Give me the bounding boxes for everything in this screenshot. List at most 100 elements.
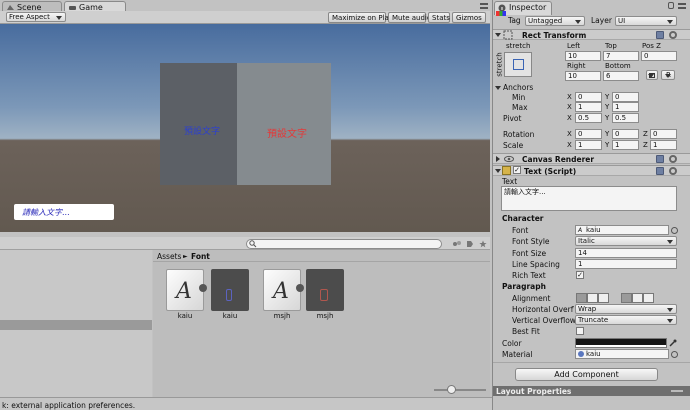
help-book-icon[interactable] xyxy=(656,31,664,39)
posz-field[interactable]: 0 xyxy=(641,51,677,61)
rect-transform-header[interactable]: Rect Transform xyxy=(493,29,690,40)
font-style-dropdown[interactable]: Italic xyxy=(575,236,677,246)
filter-by-label-icon[interactable] xyxy=(466,240,474,248)
rect-transform-icon xyxy=(503,30,513,40)
top-field[interactable]: 7 xyxy=(603,51,639,61)
eye-icon xyxy=(504,155,514,163)
z-label: Z xyxy=(643,130,648,138)
eyedropper-icon[interactable] xyxy=(669,339,677,347)
align-bottom-button[interactable] xyxy=(643,293,654,303)
top-label: Top xyxy=(605,42,617,50)
color-swatch[interactable] xyxy=(575,338,667,348)
left-field[interactable]: 10 xyxy=(565,51,601,61)
text-script-header[interactable]: ✓ Text (Script) xyxy=(493,165,690,176)
font-glyph-icon: A xyxy=(176,279,192,304)
help-book-icon[interactable] xyxy=(656,155,664,163)
material-field[interactable]: kaiu xyxy=(575,349,669,359)
best-fit-checkbox[interactable] xyxy=(576,327,584,335)
align-left-button[interactable] xyxy=(576,293,587,303)
status-bar: k: external application preferences. xyxy=(0,397,493,410)
anchor-min-x-field[interactable]: 0 xyxy=(575,92,602,102)
hierarchy-panel[interactable] xyxy=(0,237,152,397)
anchor-preset-button[interactable] xyxy=(504,52,532,77)
rotation-z-field[interactable]: 0 xyxy=(650,129,677,139)
posz-label: Pos Z xyxy=(642,42,661,50)
object-picker-icon[interactable] xyxy=(671,227,678,234)
gear-icon[interactable] xyxy=(669,155,677,163)
text-input-field[interactable]: 請輸入文字... xyxy=(14,204,114,220)
asset-label: msjh xyxy=(273,312,291,320)
blueprint-mode-button[interactable] xyxy=(646,70,658,80)
gear-icon[interactable] xyxy=(669,31,677,39)
line-spacing-field[interactable]: 1 xyxy=(575,259,677,269)
gear-icon[interactable] xyxy=(669,167,677,175)
canvas-renderer-header[interactable]: Canvas Renderer xyxy=(493,153,690,164)
project-search-input[interactable] xyxy=(246,239,442,249)
zoom-slider-track[interactable] xyxy=(434,389,486,391)
right-field[interactable]: 10 xyxy=(565,71,601,81)
color-label: Color xyxy=(502,339,522,348)
font-size-field[interactable]: 14 xyxy=(575,248,677,258)
pivot-x-field[interactable]: 0.5 xyxy=(575,113,602,123)
horizontal-overflow-dropdown[interactable]: Wrap xyxy=(575,304,677,314)
help-book-icon[interactable] xyxy=(656,167,664,175)
asset-material-kaiu[interactable] xyxy=(211,269,249,311)
text-area[interactable]: 請輸入文字... xyxy=(501,186,677,211)
pivot-y-field[interactable]: 0.5 xyxy=(612,113,639,123)
stats-button[interactable]: Stats xyxy=(428,12,450,23)
panel-menu-icon[interactable] xyxy=(678,3,686,9)
align-right-button[interactable] xyxy=(598,293,609,303)
font-field[interactable]: A kaiu xyxy=(575,225,669,235)
rich-text-checkbox[interactable]: ✓ xyxy=(576,271,584,279)
game-view[interactable]: 預設文字 預設文字 請輸入文字... xyxy=(0,24,490,232)
hierarchy-selection xyxy=(0,320,152,330)
asset-font-msjh[interactable]: A xyxy=(263,269,301,311)
rotation-y-field[interactable]: 0 xyxy=(612,129,639,139)
object-picker-icon[interactable] xyxy=(671,351,678,358)
maximize-on-play-button[interactable]: Maximize on Play xyxy=(328,12,393,23)
horizontal-overflow-label: Horizontal Overflo xyxy=(512,305,574,314)
max-label: Max xyxy=(512,103,528,112)
rotation-x-field[interactable]: 0 xyxy=(575,129,602,139)
zoom-slider-handle[interactable] xyxy=(447,385,456,394)
align-top-button[interactable] xyxy=(621,293,632,303)
add-component-button[interactable]: Add Component xyxy=(515,368,658,381)
layout-properties-bar[interactable]: Layout Properties xyxy=(493,386,690,396)
bottom-field[interactable]: 6 xyxy=(603,71,639,81)
x-label: X xyxy=(567,141,572,149)
filter-by-type-icon[interactable] xyxy=(452,240,462,248)
asset-font-kaiu[interactable]: A xyxy=(166,269,204,311)
anchor-min-y-field[interactable]: 0 xyxy=(612,92,639,102)
gizmos-dropdown[interactable]: Gizmos xyxy=(452,12,486,23)
component-enabled-checkbox[interactable]: ✓ xyxy=(513,166,521,174)
raw-edit-button[interactable]: R xyxy=(661,70,675,80)
anchor-preset-icon xyxy=(513,59,524,70)
font-label: Font xyxy=(512,226,529,235)
breadcrumb-font[interactable]: Font xyxy=(191,252,210,261)
scale-z-field[interactable]: 1 xyxy=(650,140,677,150)
asset-label: kaiu xyxy=(177,312,193,320)
favorite-star-icon[interactable] xyxy=(479,240,487,248)
scale-x-field[interactable]: 1 xyxy=(575,140,602,150)
bottom-label: Bottom xyxy=(605,62,631,70)
layout-properties-label: Layout Properties xyxy=(496,387,572,396)
vertical-overflow-dropdown[interactable]: Truncate xyxy=(575,315,677,325)
asset-expand-arrow-icon[interactable] xyxy=(296,284,304,292)
asset-material-msjh[interactable] xyxy=(306,269,344,311)
tag-dropdown[interactable]: Untagged xyxy=(525,16,585,26)
asset-expand-arrow-icon[interactable] xyxy=(199,284,207,292)
foldout-arrow-icon[interactable] xyxy=(495,85,501,91)
anchor-max-y-field[interactable]: 1 xyxy=(612,102,639,112)
font-glyph-icon: A xyxy=(273,279,289,304)
anchor-max-x-field[interactable]: 1 xyxy=(575,102,602,112)
align-center-button[interactable] xyxy=(587,293,598,303)
lock-icon[interactable] xyxy=(668,2,674,9)
panel-menu-icon[interactable] xyxy=(480,3,488,9)
aspect-dropdown[interactable]: Free Aspect xyxy=(6,12,66,22)
layer-dropdown[interactable]: UI xyxy=(615,16,677,26)
mute-audio-button[interactable]: Mute audio xyxy=(388,12,431,23)
left-text: 預設文字 xyxy=(184,127,221,137)
breadcrumb-assets[interactable]: Assets xyxy=(157,252,181,261)
scale-y-field[interactable]: 1 xyxy=(612,140,639,150)
align-middle-button[interactable] xyxy=(632,293,643,303)
